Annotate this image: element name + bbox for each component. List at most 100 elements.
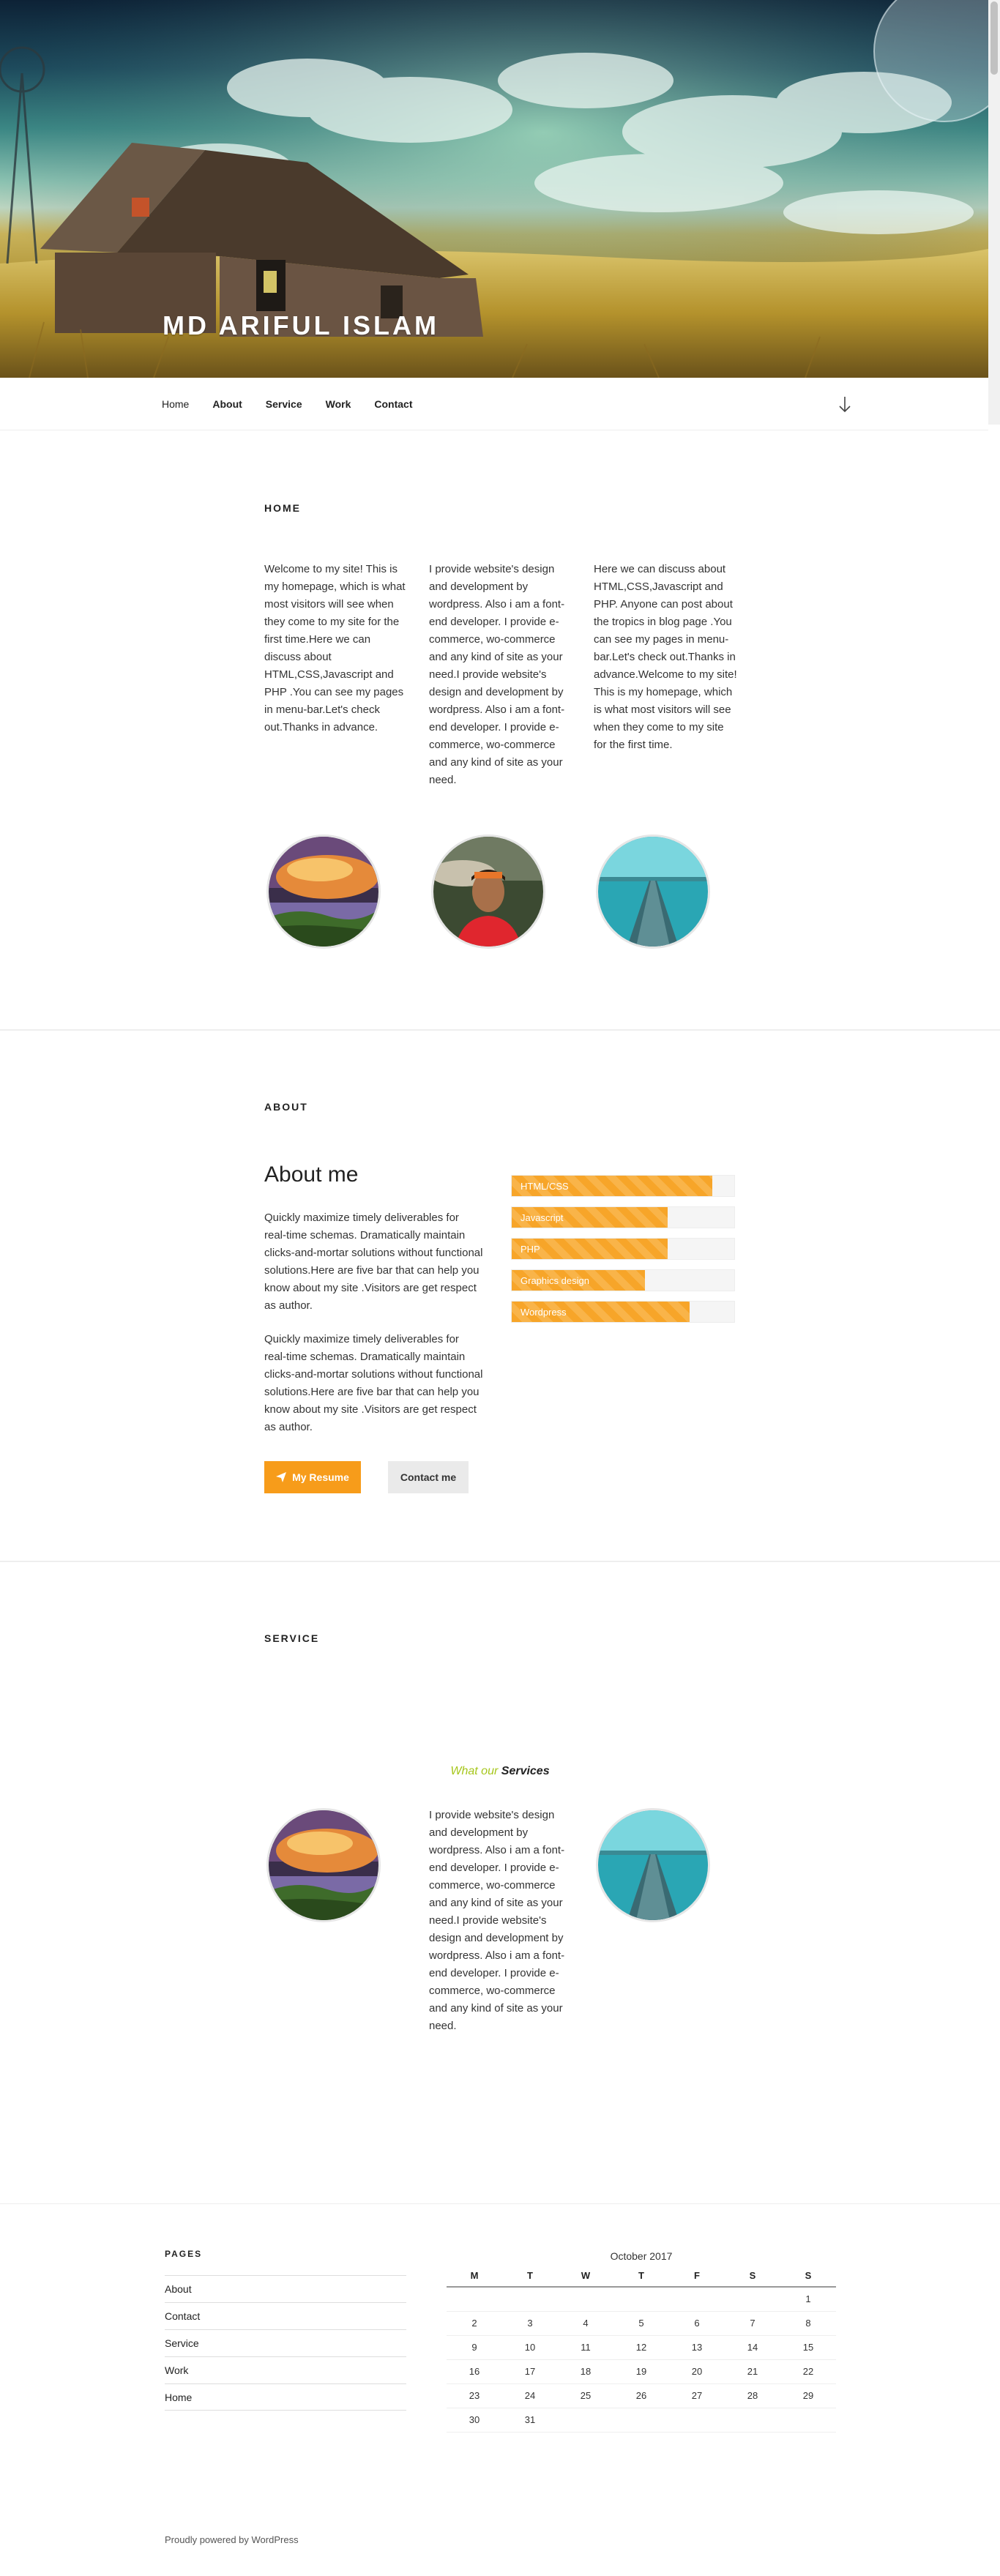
calendar-day-cell: 17 [502, 2359, 558, 2384]
pier-lake-image [596, 835, 710, 949]
calendar-day-cell: 24 [502, 2383, 558, 2408]
calendar-week-row: 23 24 25 26 27 28 29 [447, 2383, 836, 2408]
section-divider [0, 1029, 1000, 1031]
nav-menu: Home About Service Work Contact [150, 378, 425, 430]
calendar-day-cell: 16 [447, 2359, 502, 2384]
hero-landscape-image [0, 0, 988, 378]
skill-bars: HTML/CSS Javascript PHP Graphics design … [511, 1175, 735, 1332]
calendar-body: 1 2 3 4 5 6 7 8 9 10 11 12 13 14 15 16 17 18 19 20 21 22 23 24 2… [447, 2287, 836, 2433]
weekday-header: T [502, 2265, 558, 2288]
my-resume-label: My Resume [292, 1471, 349, 1483]
service-section-title: SERVICE [264, 1632, 320, 1644]
scroll-down-arrow-icon[interactable] [836, 394, 854, 414]
calendar-day-cell: 2 [447, 2311, 502, 2336]
nav-item-service[interactable]: Service [254, 398, 314, 410]
page-scrollbar[interactable] [988, 0, 1000, 425]
calendar-day-cell: 6 [669, 2311, 725, 2336]
nav-item-about[interactable]: About [201, 398, 253, 410]
calendar-day-cell: 14 [725, 2335, 780, 2360]
calendar-day-cell: 3 [502, 2311, 558, 2336]
skill-label: PHP [520, 1244, 540, 1255]
calendar-day-cell: 19 [613, 2359, 669, 2384]
calendar-day-cell: 25 [558, 2383, 613, 2408]
calendar-day-cell [725, 2287, 780, 2312]
weekday-header: T [613, 2265, 669, 2288]
skill-label: Javascript [520, 1212, 564, 1223]
pages-widget-title: PAGES [165, 2249, 203, 2259]
weekday-header: F [669, 2265, 725, 2288]
calendar-week-row: 30 31 [447, 2408, 836, 2433]
skill-bar-php: PHP [511, 1238, 735, 1260]
scrollbar-thumb[interactable] [990, 1, 998, 75]
nav-item-work[interactable]: Work [314, 398, 363, 410]
services-heading: What our Services [0, 1765, 1000, 1778]
calendar-weekday-row: M T W T F S S [447, 2265, 836, 2288]
contact-me-button[interactable]: Contact me [388, 1461, 469, 1493]
calendar-week-row: 2345678 [447, 2311, 836, 2336]
nav-item-contact[interactable]: Contact [362, 398, 424, 410]
calendar-week-row: 16 17 18 19 20 21 22 [447, 2359, 836, 2384]
calendar-day-cell: 22 [780, 2359, 836, 2384]
my-resume-button[interactable]: My Resume [264, 1461, 361, 1493]
services-heading-emphasis: Services [501, 1765, 550, 1777]
calendar-day-cell: 4 [558, 2311, 613, 2336]
section-divider [0, 1561, 1000, 1562]
about-paragraph-1: Quickly maximize timely deliverables for… [264, 1212, 483, 1312]
nav-item-home[interactable]: Home [150, 398, 201, 410]
pages-link-home[interactable]: Home [165, 2383, 406, 2411]
pages-link-about[interactable]: About [165, 2275, 406, 2302]
service-sunset-image [266, 1808, 381, 1922]
calendar-day-cell [613, 2287, 669, 2312]
weekday-header: S [780, 2265, 836, 2288]
services-heading-prefix: What our [450, 1765, 499, 1777]
calendar-day-cell [558, 2408, 613, 2433]
main-navigation: Home About Service Work Contact [0, 378, 988, 430]
calendar-day-cell [669, 2408, 725, 2433]
skill-label: HTML/CSS [520, 1181, 569, 1192]
site-title[interactable]: MD ARIFUL ISLAM [163, 310, 439, 341]
hero-header-image: MD ARIFUL ISLAM [0, 0, 988, 378]
calendar-table: M T W T F S S 1 2 3 4 5 6 7 8 9 10 11 12 13 14 15 16 17 1… [447, 2265, 836, 2433]
pages-link-contact[interactable]: Contact [165, 2302, 406, 2329]
calendar-day-cell: 1 [780, 2287, 836, 2312]
calendar-day-cell [780, 2408, 836, 2433]
calendar-widget: October 2017 M T W T F S S 1 2 3 4 5 6 7 8 9 10 11… [447, 2247, 836, 2433]
calendar-day-cell: 15 [780, 2335, 836, 2360]
profile-photo [431, 835, 545, 949]
calendar-day-cell [669, 2287, 725, 2312]
skill-label: Wordpress [520, 1307, 567, 1318]
home-column-3-text: Here we can discuss about HTML,CSS,Javas… [594, 563, 737, 751]
calendar-day-cell: 20 [669, 2359, 725, 2384]
calendar-day-cell: 28 [725, 2383, 780, 2408]
calendar-day-cell [447, 2287, 502, 2312]
pages-link-work[interactable]: Work [165, 2356, 406, 2383]
skill-bar-html-css: HTML/CSS [511, 1175, 735, 1197]
pages-link-service[interactable]: Service [165, 2329, 406, 2356]
calendar-day-cell: 31 [502, 2408, 558, 2433]
paper-plane-icon [276, 1472, 287, 1482]
skill-bar-wordpress: Wordpress [511, 1301, 735, 1323]
home-section-title: HOME [264, 502, 301, 514]
wordpress-credit-link[interactable]: Proudly powered by WordPress [165, 2534, 299, 2545]
about-me-heading: About me [264, 1162, 359, 1187]
skill-bar-graphics-design: Graphics design [511, 1269, 735, 1291]
calendar-day-cell: 11 [558, 2335, 613, 2360]
calendar-day-cell: 26 [613, 2383, 669, 2408]
calendar-day-cell: 5 [613, 2311, 669, 2336]
calendar-week-row: 9 10 11 12 13 14 15 [447, 2335, 836, 2360]
calendar-day-cell [725, 2408, 780, 2433]
about-section-title: ABOUT [264, 1101, 308, 1113]
service-description: I provide website's design and developme… [429, 1809, 565, 2032]
calendar-day-cell: 21 [725, 2359, 780, 2384]
calendar-day-cell: 18 [558, 2359, 613, 2384]
calendar-day-cell: 23 [447, 2383, 502, 2408]
weekday-header: M [447, 2265, 502, 2288]
calendar-day-cell [558, 2287, 613, 2312]
skill-label: Graphics design [520, 1275, 589, 1286]
calendar-day-cell: 9 [447, 2335, 502, 2360]
home-column-1-text: Welcome to my site! This is my homepage,… [264, 563, 406, 733]
service-pier-image [596, 1808, 710, 1922]
calendar-day-cell [613, 2408, 669, 2433]
calendar-caption: October 2017 [610, 2250, 673, 2262]
calendar-day-cell: 30 [447, 2408, 502, 2433]
